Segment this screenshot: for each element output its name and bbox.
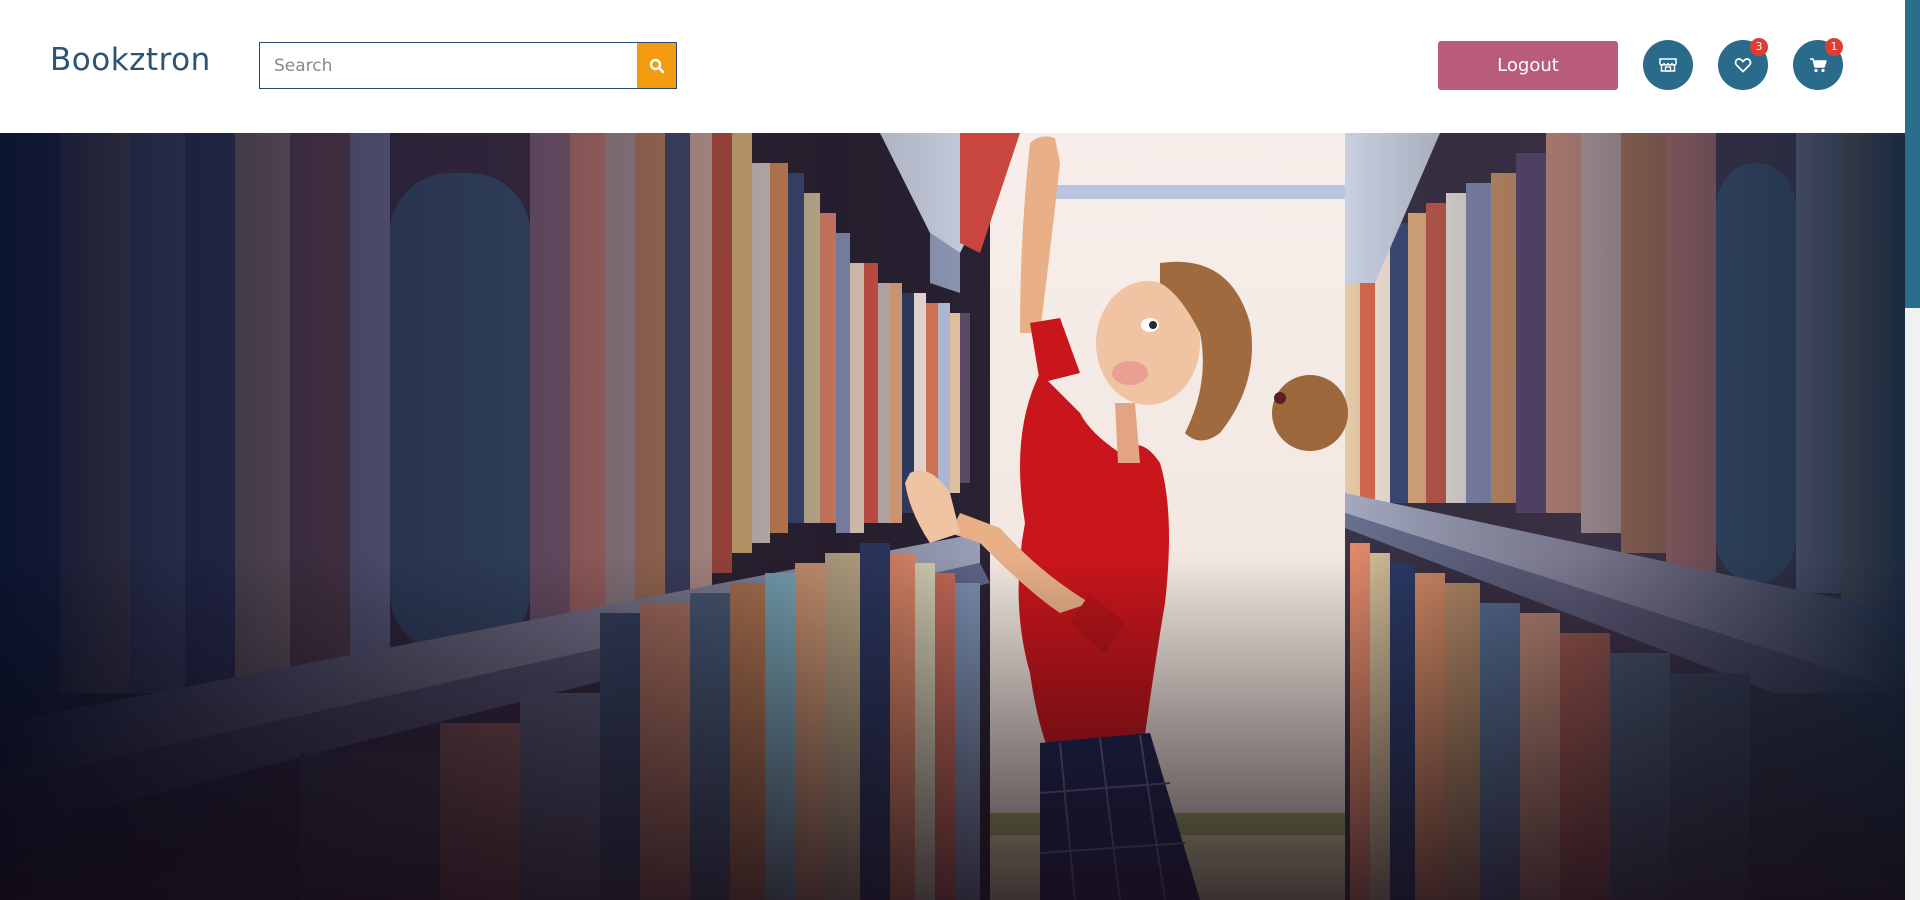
search-icon xyxy=(649,58,664,73)
cart-icon xyxy=(1810,58,1827,73)
cart-count-badge: 1 xyxy=(1825,38,1843,56)
store-icon xyxy=(1659,58,1677,72)
search-input[interactable] xyxy=(260,43,637,88)
scrollbar-thumb[interactable] xyxy=(1905,0,1920,308)
top-navbar: Bookztron Logout 3 1 xyxy=(0,0,1905,133)
cart-button[interactable]: 1 xyxy=(1793,38,1843,90)
heart-icon xyxy=(1734,58,1752,73)
shop-button[interactable] xyxy=(1643,40,1693,90)
search-bar xyxy=(259,42,677,89)
brand-logo[interactable]: Bookztron xyxy=(50,42,211,78)
logout-button[interactable]: Logout xyxy=(1438,41,1618,90)
wishlist-count-badge: 3 xyxy=(1750,38,1768,56)
hero-illustration xyxy=(0,133,1905,900)
search-button[interactable] xyxy=(637,43,676,88)
wishlist-button[interactable]: 3 xyxy=(1718,38,1768,90)
hero-banner xyxy=(0,133,1905,900)
